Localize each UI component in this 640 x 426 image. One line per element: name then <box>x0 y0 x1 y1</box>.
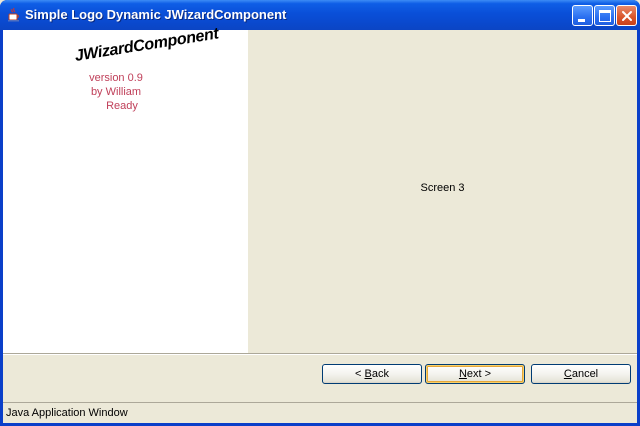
close-button[interactable] <box>616 5 637 26</box>
title-bar[interactable]: Simple Logo Dynamic JWizardComponent <box>0 0 640 30</box>
button-separator <box>3 353 637 355</box>
maximize-icon <box>599 10 611 22</box>
maximize-button[interactable] <box>594 5 615 26</box>
wizard-content-panel: Screen 3 <box>248 30 637 353</box>
minimize-button[interactable] <box>572 5 593 26</box>
back-button[interactable]: < Back <box>322 364 422 384</box>
logo-title: JWizardComponent <box>73 25 220 65</box>
status-bar: Java Application Window <box>3 402 637 423</box>
screen-label: Screen 3 <box>420 182 465 194</box>
back-label-rest: ack <box>371 368 389 380</box>
window-title: Simple Logo Dynamic JWizardComponent <box>25 7 287 22</box>
back-accelerator: B <box>364 368 372 380</box>
cancel-accelerator: C <box>563 368 572 380</box>
application-window: Simple Logo Dynamic JWizardComponent JWi… <box>0 0 640 426</box>
next-button[interactable]: Next > <box>425 364 525 384</box>
back-prefix: < <box>355 368 365 380</box>
status-text: Java Application Window <box>6 407 128 419</box>
logo-panel: JWizardComponent version 0.9 by William … <box>3 25 248 353</box>
java-cup-icon[interactable] <box>6 7 22 23</box>
logo-version: version 0.9 <box>89 72 143 84</box>
wizard-client-area: JWizardComponent version 0.9 by William … <box>3 25 637 423</box>
next-label-rest: ext > <box>466 368 492 380</box>
minimize-icon <box>578 19 585 22</box>
logo-author: by William <box>90 86 142 98</box>
cancel-label-rest: ancel <box>571 368 599 380</box>
close-icon <box>622 11 632 21</box>
logo-status: Ready <box>106 100 138 112</box>
next-accelerator: N <box>458 368 467 380</box>
cancel-button[interactable]: Cancel <box>531 364 631 384</box>
